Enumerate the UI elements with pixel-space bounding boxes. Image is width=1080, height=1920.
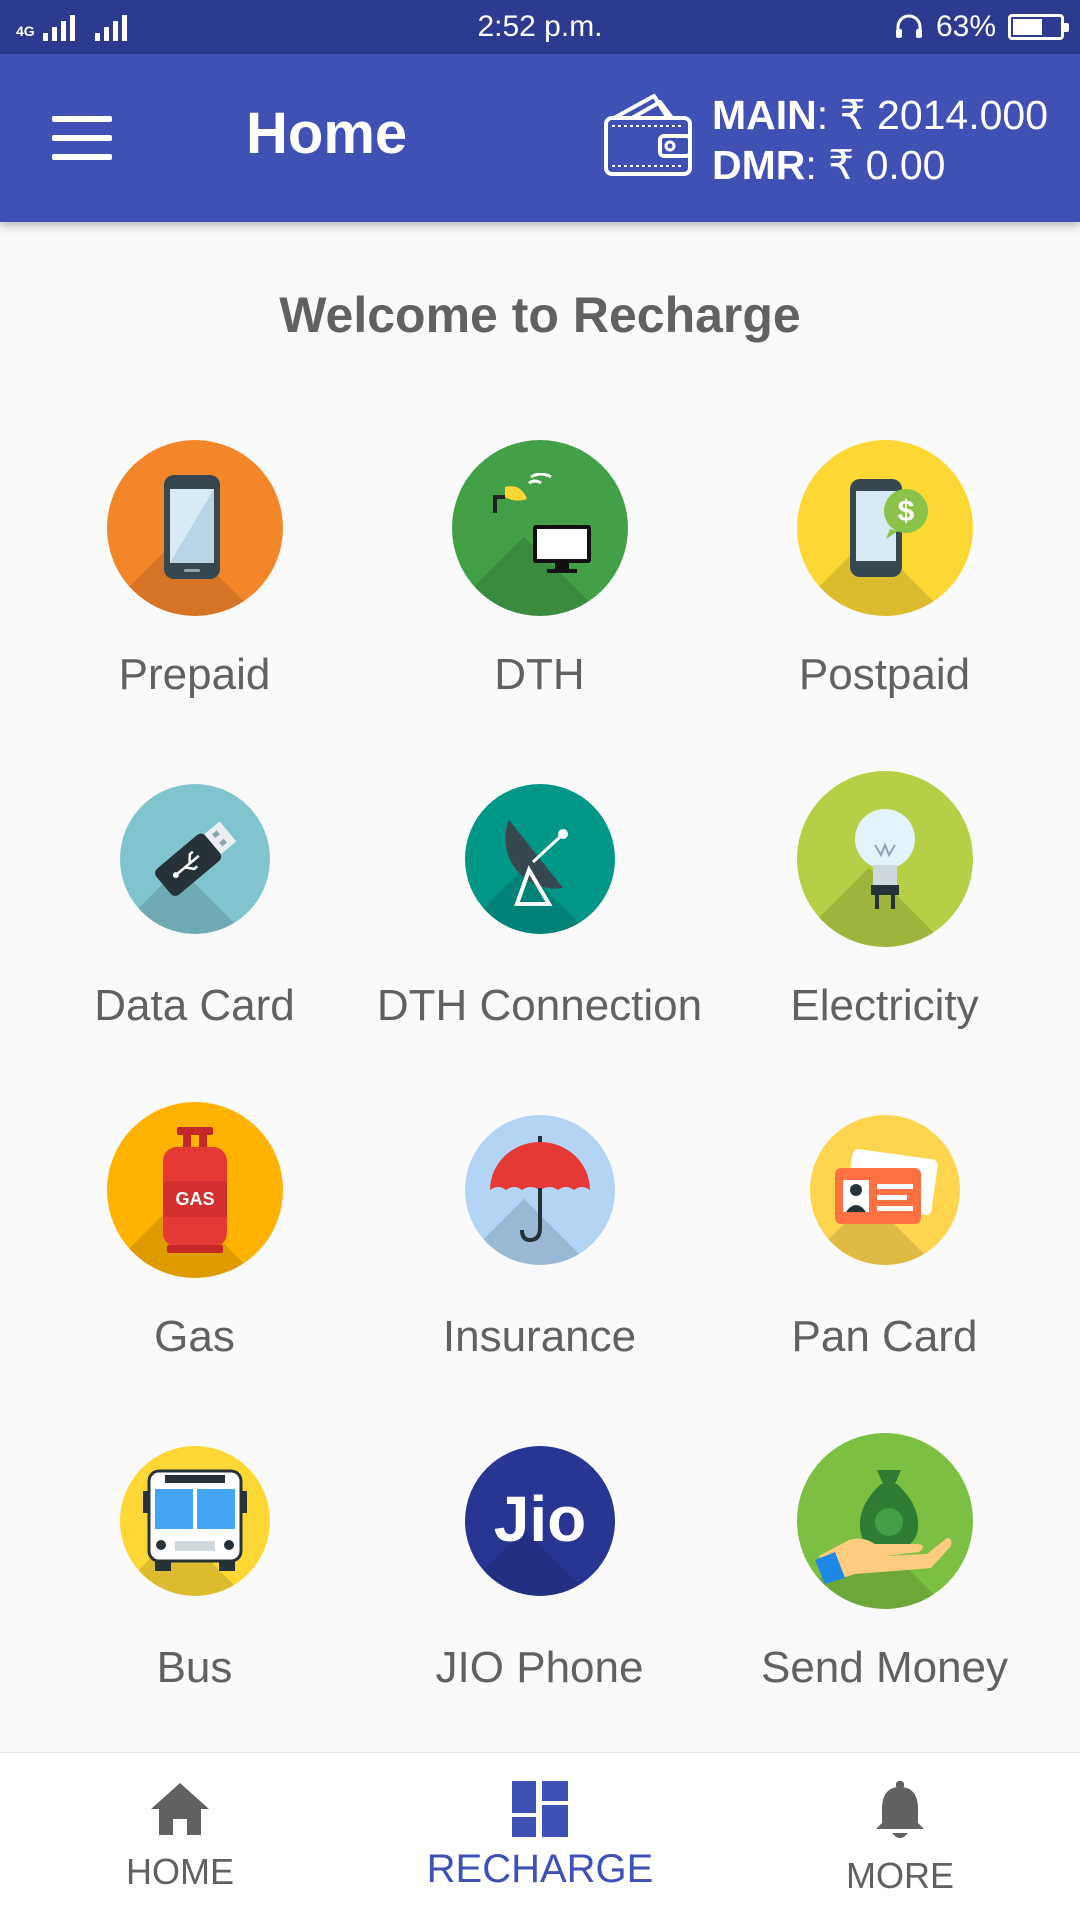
service-label: Prepaid — [118, 650, 271, 699]
signal-icon-2 — [94, 13, 127, 41]
money-bag-hand-icon — [796, 1433, 973, 1609]
service-dth-connection[interactable]: DTH Connection — [367, 751, 712, 1082]
services-grid: Prepaid DTH $ Postpaid Data Card DTH Con… — [22, 420, 1058, 1744]
satellite-tv-icon — [451, 440, 628, 616]
service-label: DTH Connection — [376, 981, 703, 1030]
umbrella-icon — [464, 1115, 615, 1265]
signal-indicators: 4G — [16, 13, 127, 41]
nav-more[interactable]: MORE — [720, 1753, 1080, 1920]
service-send-money[interactable]: Send Money — [712, 1413, 1057, 1744]
jio-logo-text: Jio — [493, 1483, 585, 1555]
svg-text:GAS: GAS — [175, 1189, 214, 1209]
nav-recharge[interactable]: RECHARGE — [360, 1753, 720, 1920]
service-insurance[interactable]: Insurance — [367, 1082, 712, 1413]
headset-icon — [895, 14, 922, 38]
signal-icon — [42, 13, 75, 41]
service-label: Electricity — [790, 981, 979, 1030]
main-balance-value: : ₹ 2014.000 — [816, 92, 1049, 138]
nav-home-label: HOME — [126, 1851, 234, 1892]
service-bus[interactable]: Bus — [22, 1413, 367, 1744]
dmr-balance-row: DMR: ₹ 0.00 — [712, 140, 1048, 190]
dmr-balance-label: DMR — [712, 142, 806, 188]
battery-icon — [1008, 14, 1069, 40]
jio-logo-icon: Jio — [464, 1446, 615, 1596]
service-label: Gas — [154, 1312, 235, 1361]
menu-button[interactable] — [52, 116, 112, 160]
nav-more-label: MORE — [846, 1855, 954, 1896]
service-label: DTH — [494, 650, 585, 699]
page-title: Home — [246, 101, 408, 166]
wallet-icon[interactable] — [602, 88, 694, 180]
svg-text:$: $ — [897, 495, 914, 528]
menu-icon-bar — [52, 154, 112, 160]
bus-icon — [119, 1446, 270, 1596]
dmr-balance-value: : ₹ 0.00 — [805, 142, 946, 188]
bell-icon — [876, 1781, 924, 1838]
service-label: Postpaid — [798, 650, 971, 699]
menu-icon-bar — [52, 135, 112, 141]
service-label: Pan Card — [791, 1312, 978, 1361]
network-type: 4G — [16, 23, 35, 39]
id-card-icon — [809, 1115, 960, 1265]
welcome-heading: Welcome to Recharge — [279, 287, 801, 343]
battery-percent: 63% — [935, 10, 996, 43]
service-label: Data Card — [94, 981, 295, 1030]
service-pan-card[interactable]: Pan Card — [712, 1082, 1057, 1413]
service-data-card[interactable]: Data Card — [22, 751, 367, 1082]
menu-icon-bar — [52, 116, 112, 122]
service-label: Insurance — [442, 1312, 637, 1361]
service-label: JIO Phone — [435, 1643, 644, 1692]
bottom-navigation: HOME RECHARGE MORE — [0, 1752, 1080, 1920]
service-dth[interactable]: DTH — [367, 420, 712, 751]
home-icon — [151, 1783, 209, 1835]
main-balance-label: MAIN — [712, 92, 817, 138]
wallet-balances: MAIN: ₹ 2014.000 DMR: ₹ 0.00 — [712, 90, 1048, 190]
service-jio-phone[interactable]: Jio JIO Phone — [367, 1413, 712, 1744]
nav-recharge-label: RECHARGE — [426, 1847, 654, 1891]
service-label: Bus — [156, 1643, 233, 1692]
dashboard-icon — [512, 1781, 568, 1837]
light-bulb-icon — [796, 771, 973, 947]
phone-dollar-icon: $ — [796, 440, 973, 616]
usb-dongle-icon — [119, 784, 270, 934]
smartphone-icon — [106, 440, 283, 616]
service-prepaid[interactable]: Prepaid — [22, 420, 367, 751]
nav-home[interactable]: HOME — [0, 1753, 360, 1920]
service-label: Send Money — [760, 1643, 1009, 1692]
satellite-dish-icon — [464, 784, 615, 934]
service-postpaid[interactable]: $ Postpaid — [712, 420, 1057, 751]
gas-cylinder-icon: GAS — [106, 1102, 283, 1278]
status-bar: 4G 2:52 p.m. 63% — [0, 0, 1080, 54]
service-electricity[interactable]: Electricity — [712, 751, 1057, 1082]
service-gas[interactable]: GAS Gas — [22, 1082, 367, 1413]
app-bar: Home MAIN: ₹ 2014.000 DMR: ₹ 0.00 — [0, 54, 1080, 222]
main-balance-row: MAIN: ₹ 2014.000 — [712, 90, 1048, 140]
